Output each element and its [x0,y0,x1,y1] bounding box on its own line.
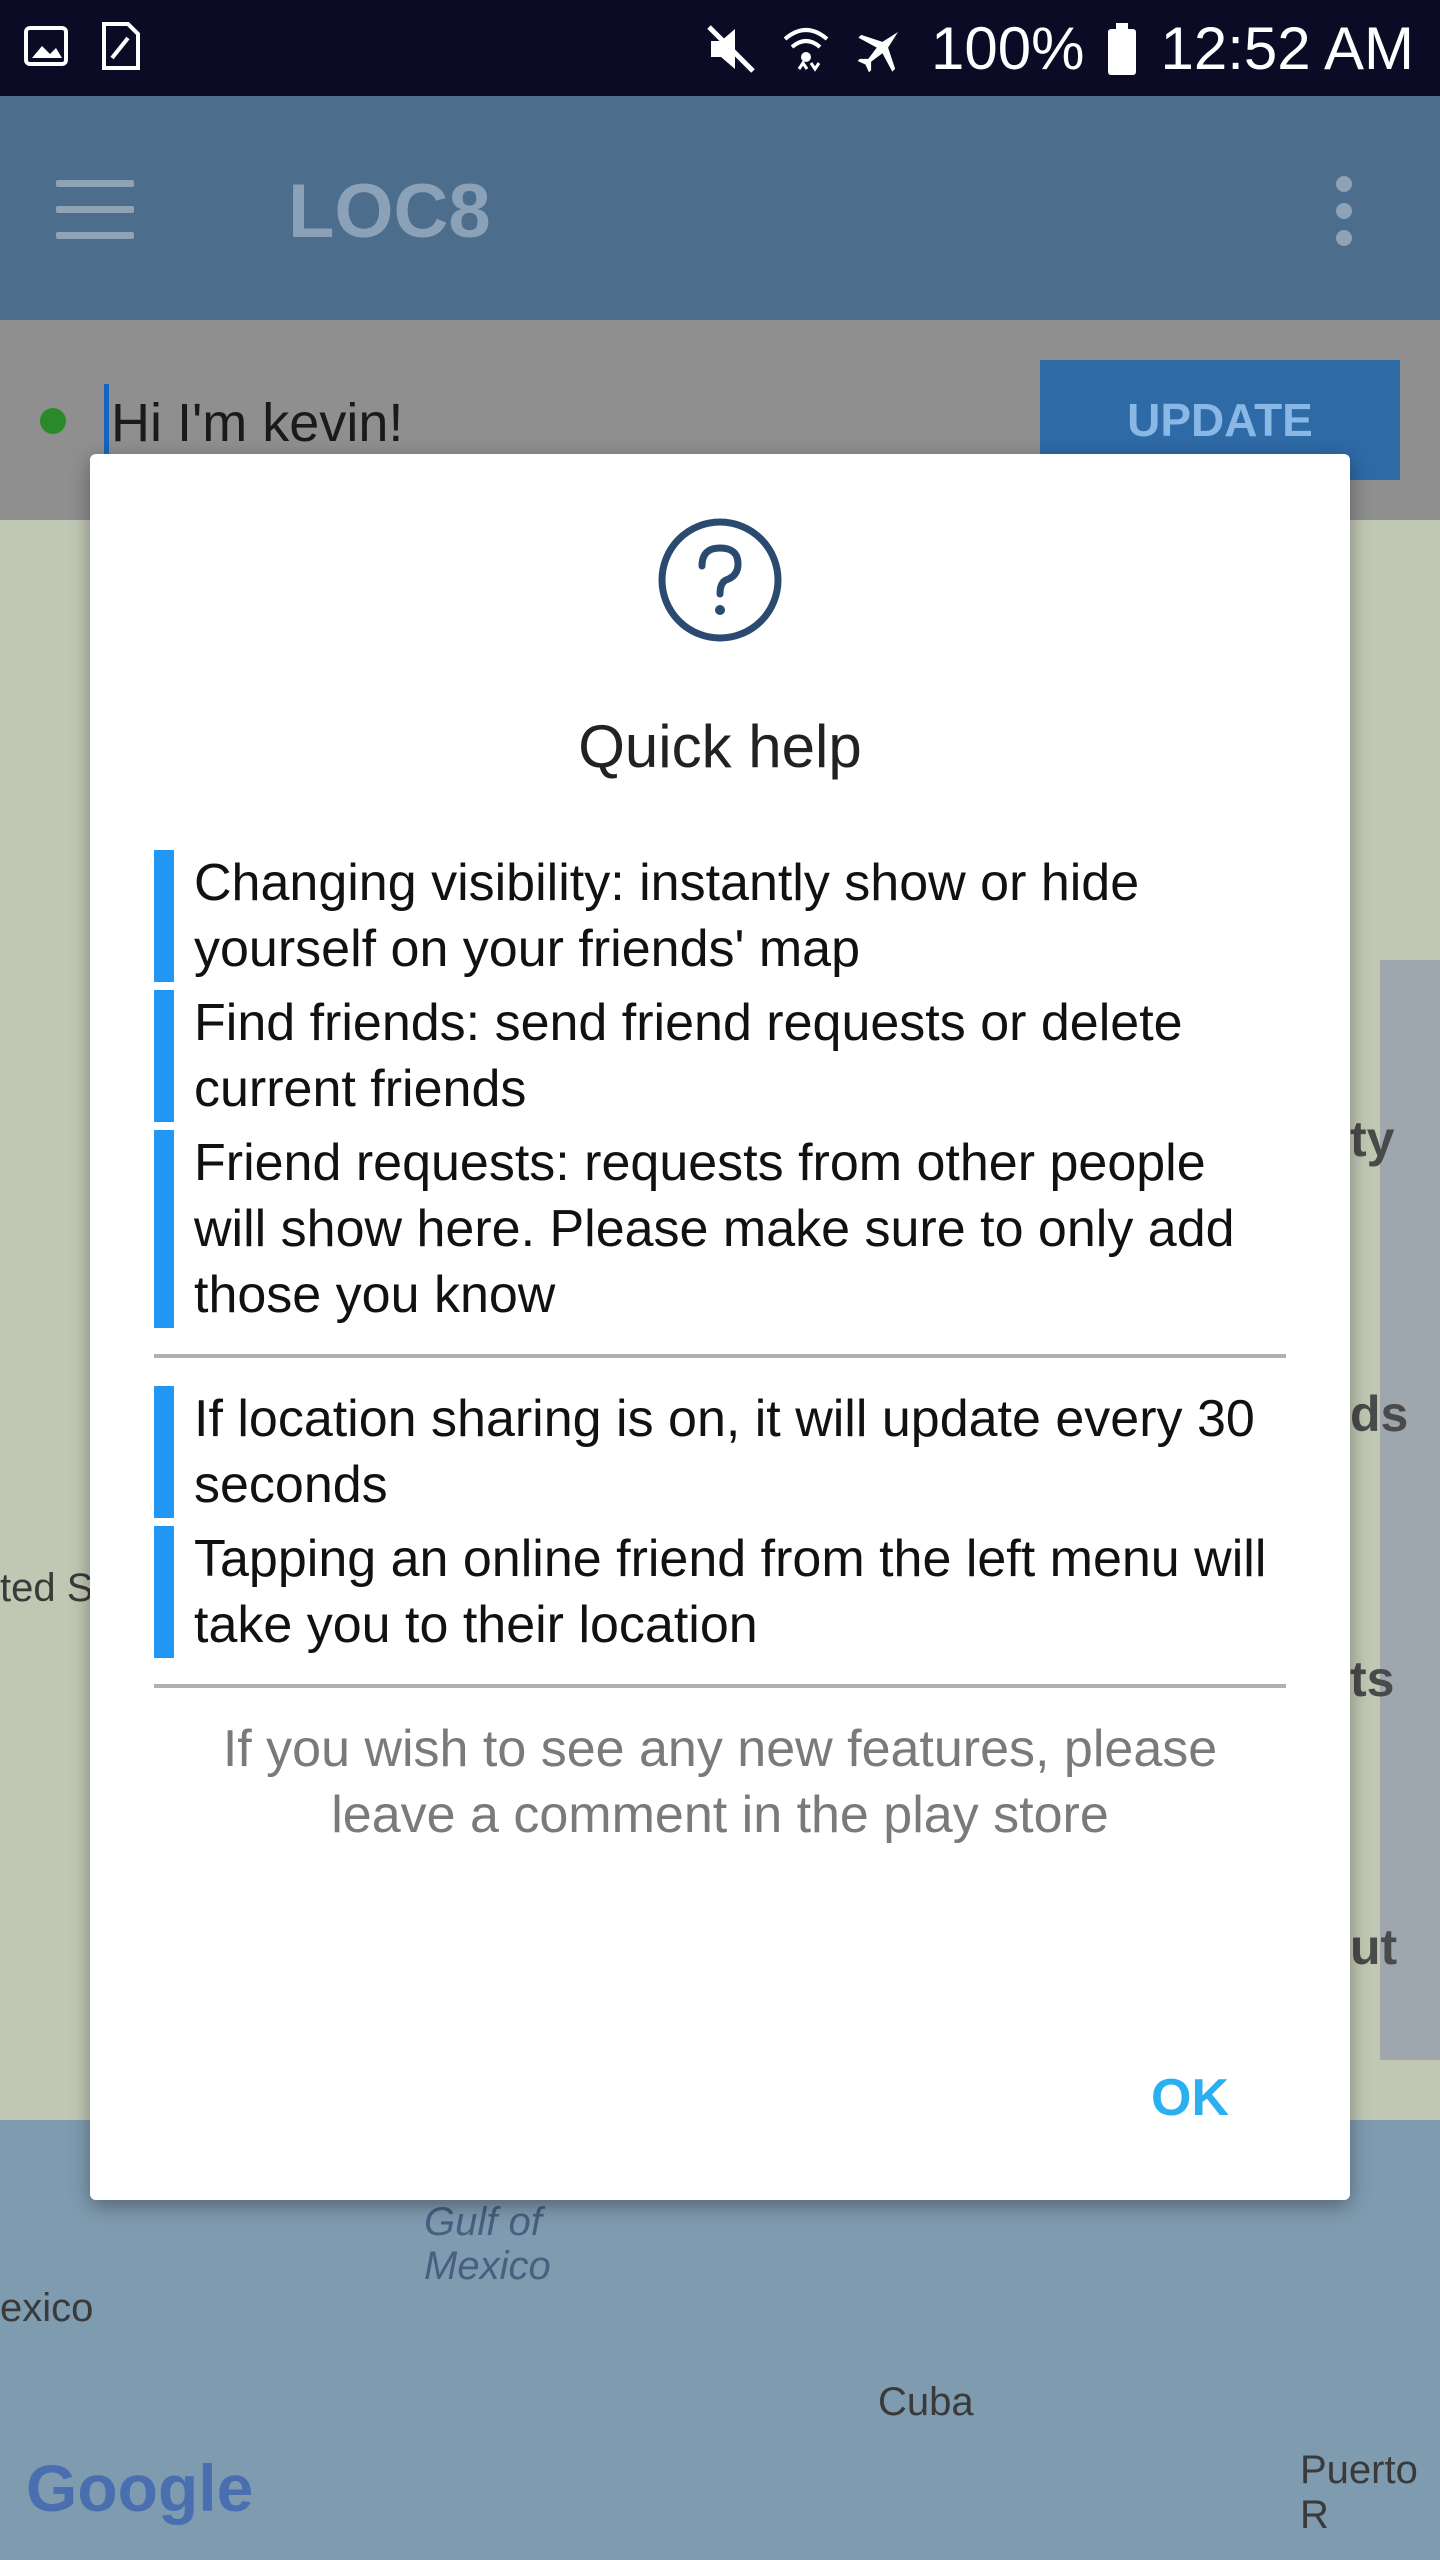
tip-friend-requests: Friend requests: requests from other peo… [154,1130,1286,1328]
tip-location-sharing: If location sharing is on, it will updat… [154,1386,1286,1518]
feature-request-note: If you wish to see any new features, ple… [222,1720,1218,1844]
tip-find-friends: Find friends: send friend requests or de… [154,990,1286,1122]
dialog-title: Quick help [578,713,862,780]
help-question-icon [658,518,782,642]
divider [154,1684,1286,1688]
tip-visibility: Changing visibility: instantly show or h… [154,850,1286,982]
tips-container: Changing visibility: instantly show or h… [154,850,1286,1848]
tip-tap-friend: Tapping an online friend from the left m… [154,1526,1286,1658]
ok-button[interactable]: OK [1110,2058,1270,2138]
quick-help-dialog: Quick help Changing visibility: instantl… [90,454,1350,2200]
divider [154,1354,1286,1358]
